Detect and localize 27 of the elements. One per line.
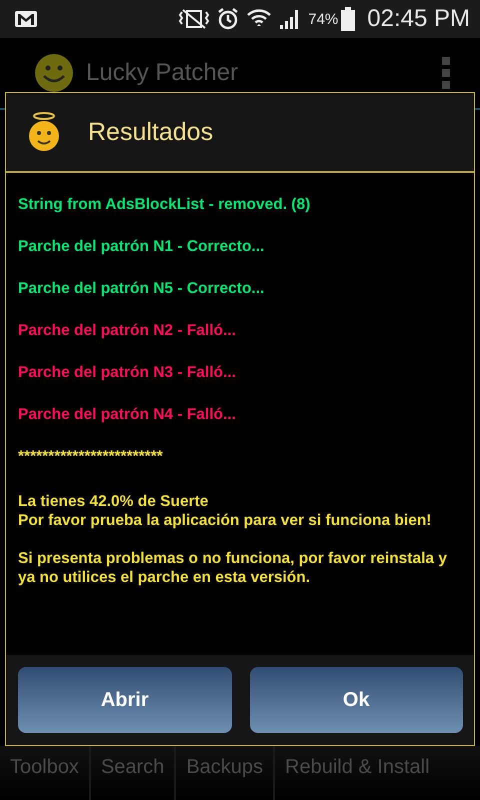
result-message: Parche del patrón N1 - Correcto... <box>18 237 266 256</box>
vibrate-off-icon <box>178 8 210 30</box>
app-title: Lucky Patcher <box>86 59 240 87</box>
alarm-icon <box>216 7 240 31</box>
mail-icon <box>14 10 38 28</box>
smiley-icon <box>34 53 74 93</box>
tab[interactable]: Search <box>90 746 176 800</box>
dialog-title: Resultados <box>88 118 214 146</box>
battery-icon <box>341 7 356 31</box>
status-time: 02:45 PM <box>367 5 470 33</box>
dialog-button[interactable]: Abrir <box>18 667 232 733</box>
result-message: String from AdsBlockList - removed. (8) <box>18 195 312 214</box>
angel-smiley-icon <box>26 111 62 153</box>
tab[interactable]: Rebuild & Install <box>275 746 440 800</box>
battery-percent: 74% <box>308 10 338 28</box>
summary-text: La tienes 42.0% de Suerte <box>18 492 210 511</box>
tab[interactable]: Toolbox <box>0 746 91 800</box>
summary-text: Por favor prueba la aplicación para ver si funciona bien! <box>18 511 432 530</box>
result-message: Parche del patrón N4 - Falló... <box>18 405 237 424</box>
summary-text: Si presenta problemas o no funciona, por favor reinstala y ya no utilices el parche en esta versión. <box>18 549 448 587</box>
result-message: Parche del patrón N2 - Falló... <box>18 321 237 340</box>
overflow-menu-icon[interactable] <box>442 57 450 89</box>
result-message: Parche del patrón N3 - Falló... <box>18 363 237 382</box>
separator-line: ************************ <box>18 447 164 466</box>
result-message: Parche del patrón N5 - Correcto... <box>18 279 266 298</box>
dialog-button[interactable]: Ok <box>250 667 463 733</box>
tab[interactable]: Backups <box>176 746 276 800</box>
